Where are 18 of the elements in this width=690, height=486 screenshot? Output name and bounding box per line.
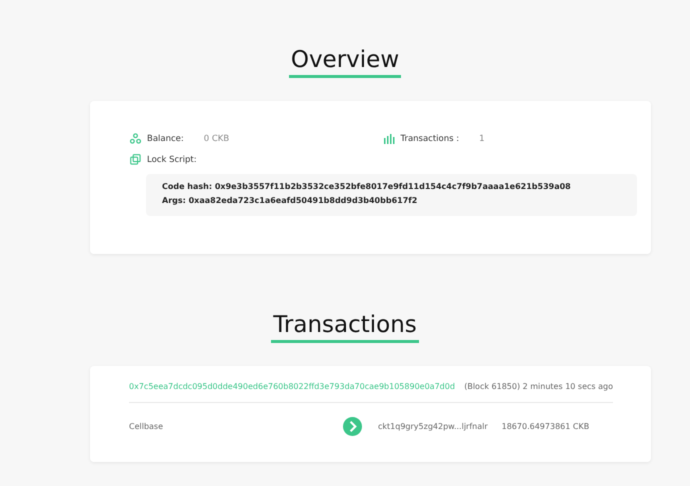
- output-amount: 18670.64973861 CKB: [502, 422, 590, 431]
- args: Args: 0xaa82eda723c1a6eafd50491b8dd9d3b40bb617f2: [162, 196, 418, 205]
- section-title: Transactions: [271, 311, 419, 343]
- copy-icon: [130, 154, 141, 165]
- block-info: (Block 61850) 2 minutes 10 secs ago: [464, 382, 613, 391]
- transactions-value: 1: [479, 134, 485, 144]
- output-address: ckt1q9gry5zg42pw...ljrfnalr: [378, 422, 488, 431]
- balance-label: Balance:: [147, 134, 184, 144]
- transactions-label: Transactions :: [400, 134, 460, 144]
- lock-script-label: Lock Script:: [147, 154, 197, 164]
- section-title: Overview: [288, 46, 402, 78]
- bar-chart-icon: [384, 134, 394, 144]
- transaction-hash-link[interactable]: 0x7c5eea7dcdc095d0dde490ed6e760b8022ffd3e793da70cae9b105890e0a7d0d: [129, 382, 455, 391]
- balance-value: 0 CKB: [204, 134, 230, 144]
- input-label: Cellbase: [129, 422, 164, 431]
- code-hash: Code hash: 0x9e3b3557f11b2b3532ce352bfe8017e9fd11d154c4c7f9b7aaaa1e621b539a08: [162, 182, 572, 191]
- arrow-right-icon: [343, 417, 362, 436]
- nodes-icon: [130, 133, 141, 144]
